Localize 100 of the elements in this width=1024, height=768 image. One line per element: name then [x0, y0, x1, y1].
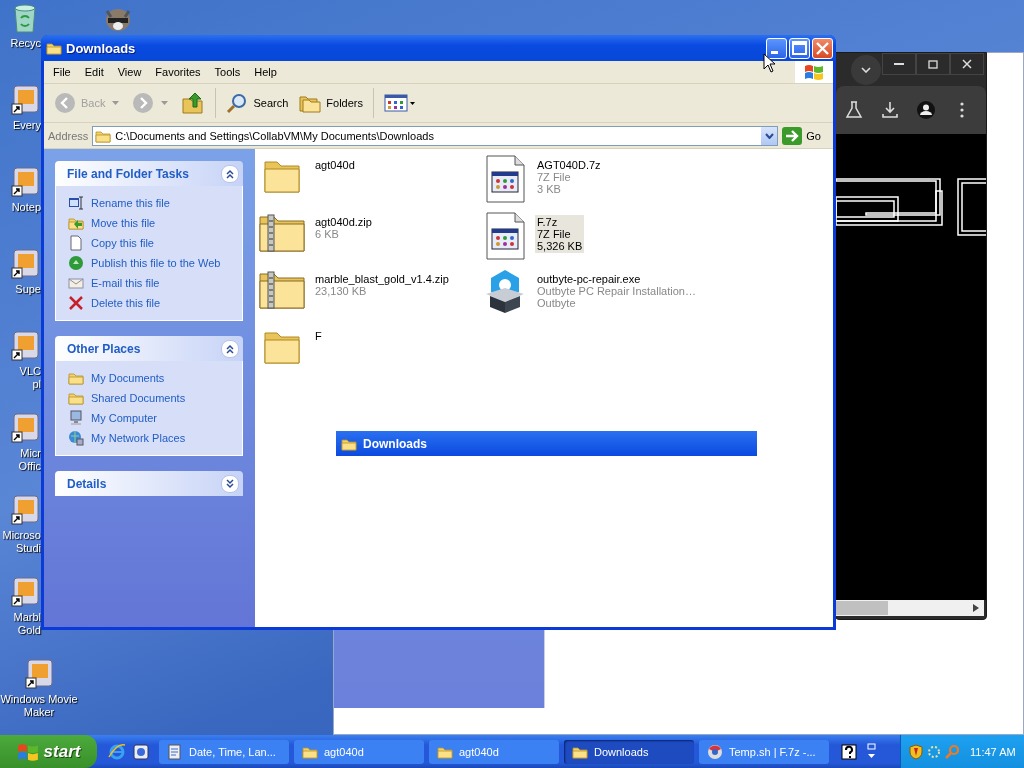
icon-label: VLC [19, 365, 41, 378]
task-link[interactable]: My Network Places [91, 432, 186, 444]
menu-item[interactable]: File [46, 62, 78, 82]
shortcut-icon [10, 494, 40, 526]
taskbar-button[interactable]: agt040d [429, 739, 559, 764]
shortcut-icon [10, 84, 40, 116]
document-icon [483, 154, 527, 204]
chevron-down-icon [861, 66, 871, 73]
icon-label: Gold [17, 624, 41, 637]
minimize-icon [770, 50, 778, 54]
panel-title: Details [67, 476, 107, 491]
scroll-right-icon [973, 604, 979, 612]
icon-label: Microso [2, 529, 41, 542]
maximize-icon [928, 59, 938, 69]
taskbar-button[interactable]: Temp.sh | F.7z -... [699, 739, 829, 764]
icon-label: Micr [20, 447, 41, 460]
panel-header[interactable]: File and Folder Tasks [55, 161, 243, 186]
file-name[interactable]: marble_blast_gold_v1.4.zip [315, 273, 449, 285]
globe-icon [68, 255, 84, 271]
folders-button[interactable]: Folders [295, 88, 367, 118]
rename-icon [68, 195, 84, 211]
views-icon [384, 93, 416, 113]
task-link[interactable]: Publish this file to the Web [91, 257, 221, 269]
icon-label: Studi [15, 542, 41, 555]
taskbar-button[interactable]: agt040d [294, 739, 424, 764]
zip-folder-icon [258, 268, 308, 312]
shortcut-icon [10, 576, 40, 608]
file-detail: Outbyte PC Repair Installation… [537, 285, 696, 297]
up-folder-icon [181, 91, 206, 115]
file-name[interactable]: F.7z [537, 216, 583, 228]
taskbar-button[interactable]: Date, Time, Lan... [159, 739, 289, 764]
taskbar-button[interactable]: Downloads [564, 739, 694, 764]
menu-item[interactable]: Help [247, 62, 284, 82]
browser-icon [108, 742, 126, 761]
download-icon [880, 100, 900, 120]
profile-icon [916, 100, 936, 120]
panel-header[interactable]: Other Places [55, 336, 243, 361]
search-icon [945, 743, 961, 760]
icon-label: pl [32, 378, 41, 391]
go-button[interactable]: Go [782, 126, 829, 145]
file-name[interactable]: outbyte-pc-repair.exe [537, 273, 696, 285]
folder-icon [68, 370, 84, 386]
flask-icon [844, 100, 864, 120]
file-name[interactable]: agt040d [315, 159, 355, 171]
task-link[interactable]: Move this file [91, 217, 156, 229]
icon-label: Marbl [13, 611, 41, 624]
chevron-up-icon [225, 343, 235, 354]
windows-flag-icon [804, 63, 824, 81]
file-name[interactable]: AGT040D.7z [537, 159, 601, 171]
menu-item[interactable]: View [110, 62, 149, 82]
folder-arrow-icon [68, 215, 84, 231]
menu-item[interactable]: Favorites [148, 62, 208, 82]
help-icon [841, 743, 857, 760]
desktop-icon [132, 742, 150, 761]
menu-item[interactable]: Tools [207, 62, 248, 82]
folder-icon [46, 40, 62, 56]
task-link[interactable]: Delete this file [91, 297, 161, 309]
task-link[interactable]: E-mail this file [91, 277, 160, 289]
cursor-icon [763, 53, 776, 73]
icon-label: Windows Movie [0, 693, 78, 706]
address-field[interactable]: C:\Documents and Settings\CollabVM\My Documents\Downloads [92, 125, 779, 146]
tab-list-button[interactable] [851, 54, 881, 85]
task-link[interactable]: Shared Documents [91, 392, 186, 404]
task-link[interactable]: My Computer [91, 412, 158, 424]
search-button[interactable]: Search [222, 88, 293, 118]
task-link[interactable]: Copy this file [91, 237, 154, 249]
panel-header[interactable]: Details [55, 471, 243, 496]
horizontal-scrollbar[interactable] [836, 600, 984, 616]
close-button[interactable] [950, 53, 984, 75]
maximize-button[interactable] [916, 53, 950, 75]
task-link[interactable]: Rename this file [91, 197, 170, 209]
menu-icon [960, 102, 964, 118]
selected-file-label[interactable]: F.7z 7Z File 5,326 KB [535, 215, 585, 253]
document-icon [483, 211, 527, 261]
icon-label: Offic [18, 460, 41, 473]
windows-flag-icon [16, 741, 39, 762]
chevron-button[interactable] [221, 339, 239, 358]
menu-item[interactable]: Edit [77, 62, 111, 82]
zip-folder-icon [258, 211, 308, 255]
dropdown-arrow-icon [112, 101, 120, 105]
search-icon [226, 92, 249, 114]
window-switch-icon [865, 742, 877, 761]
window-title: Downloads [66, 40, 137, 56]
chevron-button[interactable] [221, 164, 239, 183]
dropdown-arrow-icon [161, 101, 169, 105]
panel-title: File and Folder Tasks [67, 166, 189, 181]
file-detail: 5,326 KB [537, 240, 583, 252]
window-title: Downloads [363, 436, 427, 451]
task-link[interactable]: My Documents [91, 372, 165, 384]
icon-label: Maker [23, 706, 55, 719]
minimize-button[interactable] [882, 53, 916, 75]
address-label: Address [48, 129, 89, 142]
file-name[interactable]: F [315, 330, 322, 342]
shortcut-icon [10, 330, 40, 362]
shield-icon [909, 743, 923, 760]
file-name[interactable]: agt040d.zip [315, 216, 372, 228]
document-icon [167, 743, 183, 760]
chevron-button[interactable] [221, 474, 239, 493]
network-icon [926, 743, 942, 760]
file-detail: 7Z File [537, 171, 572, 183]
